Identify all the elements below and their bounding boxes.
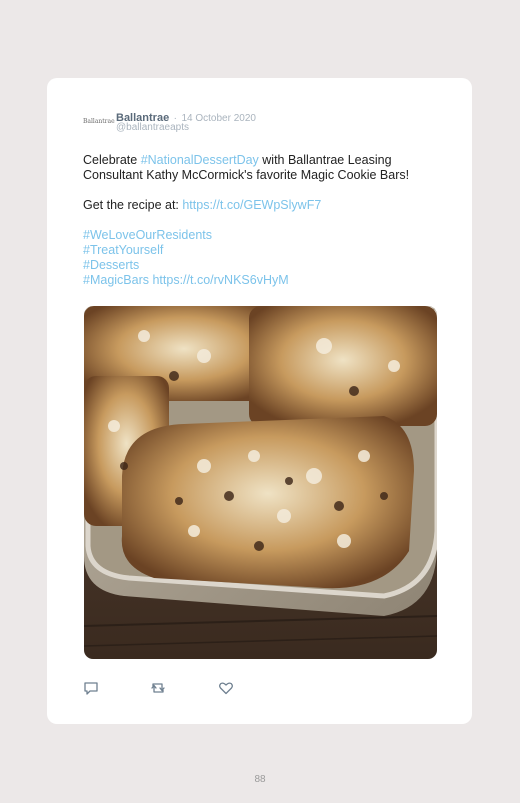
brand-logo: Ballantrae: [83, 118, 115, 125]
tweet-text-recipe: Get the recipe at: https://t.co/GEWpSlyw…: [83, 198, 433, 213]
hashtag-treat-yourself[interactable]: #TreatYourself: [83, 243, 163, 257]
reply-icon[interactable]: [83, 680, 99, 696]
media-link[interactable]: https://t.co/rvNKS6vHyM: [152, 273, 288, 287]
tweet-date[interactable]: 14 October 2020: [181, 113, 256, 124]
tweet-card: Ballantrae Ballantrae · 14 October 2020 …: [47, 78, 472, 724]
hashtag-national-dessert-day[interactable]: #NationalDessertDay: [141, 153, 259, 167]
tweet-photo[interactable]: [84, 306, 437, 659]
hashtag-magic-bars[interactable]: #MagicBars: [83, 273, 149, 287]
text-segment: Celebrate: [83, 153, 141, 167]
tweet-body: Celebrate #NationalDessertDay with Balla…: [83, 153, 433, 288]
tweet-text-intro: Celebrate #NationalDessertDay with Balla…: [83, 153, 433, 183]
tweet-actions: [83, 680, 283, 696]
page-number: 88: [254, 774, 266, 785]
recipe-link[interactable]: https://t.co/GEWpSlywF7: [182, 198, 321, 212]
author-handle[interactable]: @ballantraeapts: [116, 122, 189, 133]
hashtag-desserts[interactable]: #Desserts: [83, 258, 139, 272]
hashtag-we-love-our-residents[interactable]: #WeLoveOurResidents: [83, 228, 212, 242]
retweet-icon[interactable]: [150, 680, 166, 696]
heart-icon[interactable]: [218, 680, 234, 696]
text-segment: Get the recipe at:: [83, 198, 183, 212]
